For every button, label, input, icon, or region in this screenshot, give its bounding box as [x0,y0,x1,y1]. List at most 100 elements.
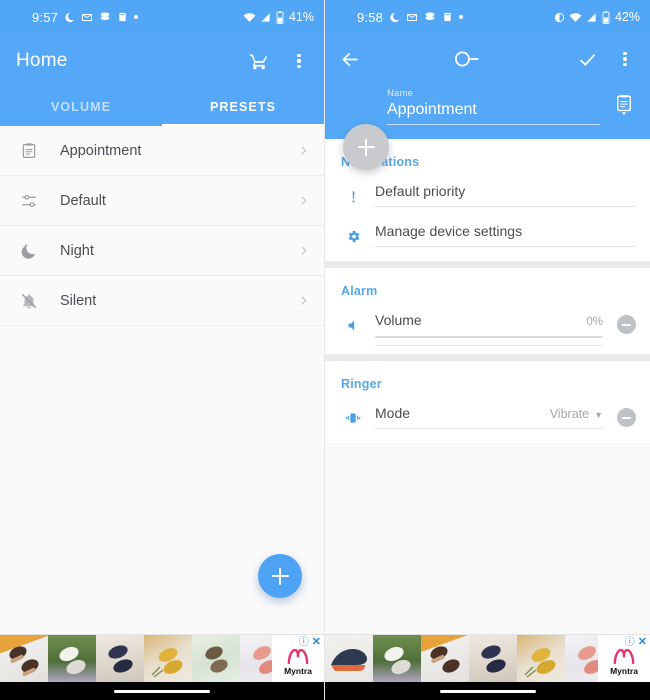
moon-dnd-icon [389,12,400,23]
row-line: Default priority [375,183,636,207]
row-manage-device-settings[interactable]: Manage device settings [325,213,650,253]
preset-row-silent[interactable]: Silent [0,276,324,326]
home-pill[interactable] [439,689,536,693]
ad-thumbnail-strip[interactable] [325,635,598,682]
name-field[interactable]: Name Appointment [387,88,634,125]
app-bar-main: Home [0,34,324,88]
overflow-menu-icon[interactable] [286,48,312,74]
section-title: Ringer [341,377,382,391]
row-line: Mode Vibrate ▼ [375,405,603,429]
close-icon[interactable]: ✕ [312,637,321,648]
myntra-logo-icon [613,648,635,664]
app-bar: Home VOLUME PRESETS [0,34,324,126]
system-nav-bar [325,682,650,700]
row-content: Default priority [375,183,636,207]
ad-thumbnail[interactable] [517,635,565,682]
overflow-menu-icon[interactable] [612,46,638,72]
ad-controls: ⓘ ✕ [625,637,647,648]
ad-brand-name: Myntra [284,666,312,676]
ad-thumbnail[interactable] [421,635,469,682]
plus-icon [271,567,289,585]
preset-row-night[interactable]: Night [0,226,324,276]
ad-thumbnail-strip[interactable] [0,635,272,682]
info-icon[interactable]: ⓘ [625,637,635,648]
checkmark-icon[interactable] [574,46,600,72]
mail-icon [81,11,93,23]
add-setting-fab[interactable] [343,124,389,170]
ad-banner[interactable]: ⓘ ✕ Myntra [0,634,324,682]
preset-label: Silent [60,292,97,309]
chevron-right-icon [297,194,310,207]
chevron-down-icon[interactable]: ▼ [594,410,603,420]
volume-slider[interactable] [375,336,603,338]
tune-sliders-icon [16,188,42,214]
ad-brand[interactable]: ⓘ ✕ Myntra [598,635,650,682]
page-title: Home [16,50,68,71]
battery-percent: 41% [288,10,314,24]
myntra-logo-icon [287,648,309,664]
row-line: Manage device settings [375,223,636,247]
system-nav-bar [0,682,324,700]
name-input[interactable]: Appointment [387,101,600,125]
tab-presets[interactable]: PRESETS [162,88,324,126]
status-bar-left: 9:57 [32,10,139,25]
row-alarm-volume[interactable]: Volume 0% [325,302,650,346]
row-label: Volume [375,312,422,328]
brightness-icon [554,12,565,23]
back-arrow-icon[interactable] [337,46,363,72]
moon-star-icon [16,238,42,264]
ad-thumbnail[interactable] [373,635,421,682]
ad-thumbnail[interactable] [240,635,272,682]
name-field-column: Name Appointment [387,88,600,125]
dot-icon [134,15,139,19]
tab-volume[interactable]: VOLUME [0,88,162,126]
add-preset-fab[interactable] [258,554,302,598]
info-icon[interactable]: ⓘ [299,637,309,648]
row-ringer-mode[interactable]: Mode Vibrate ▼ [325,395,650,435]
gear-icon [341,223,365,244]
cart-icon[interactable] [246,48,272,74]
ad-thumbnail[interactable] [0,635,48,682]
section-title: Alarm [341,284,378,298]
status-bar-right: 41% [243,10,314,24]
app-icon [99,11,111,23]
right-phone-screen: 9:58 42% Name Appointment Default priori… [325,0,650,700]
close-icon[interactable]: ✕ [638,637,647,648]
ad-thumbnail[interactable] [325,635,373,682]
battery-percent: 42% [614,10,640,24]
status-bar-right: 42% [554,10,640,24]
remove-row-button[interactable] [617,408,636,427]
ad-brand-name: Myntra [610,666,638,676]
ad-banner[interactable]: ⓘ ✕ Myntra [325,634,650,682]
preset-row-appointment[interactable]: Appointment [0,126,324,176]
vibrate-icon [341,405,365,425]
preset-row-default[interactable]: Default [0,176,324,226]
clipboard-picker-icon[interactable] [614,94,634,125]
ad-thumbnail[interactable] [48,635,96,682]
priority-exclamation-icon [341,183,365,205]
ad-thumbnail[interactable] [144,635,192,682]
power-toggle-icon[interactable] [452,46,486,72]
home-pill[interactable] [114,689,210,693]
section-alarm: Alarm Volume 0% [325,268,650,354]
row-content: Volume 0% [375,312,603,346]
signal-icon [586,12,598,23]
row-value: 0% [586,316,603,328]
left-phone-screen: 9:57 41% Home VOLUME PRESETS Appointment… [0,0,325,700]
battery-icon [602,10,610,24]
volume-icon [341,312,365,333]
ad-brand[interactable]: ⓘ ✕ Myntra [272,635,324,682]
remove-row-button[interactable] [617,315,636,334]
mail-icon [406,11,418,23]
ad-thumbnail[interactable] [469,635,517,682]
app-bar-actions [246,48,312,74]
row-default-priority[interactable]: Default priority [325,173,650,213]
chevron-right-icon [297,244,310,257]
ad-thumbnail[interactable] [192,635,240,682]
row-value[interactable]: Vibrate [550,407,589,421]
clipboard-app-icon [442,11,453,23]
preset-list: Appointment Default Night Silent [0,126,324,326]
ad-thumbnail[interactable] [96,635,144,682]
ad-thumbnail[interactable] [565,635,598,682]
chevron-right-icon [297,294,310,307]
